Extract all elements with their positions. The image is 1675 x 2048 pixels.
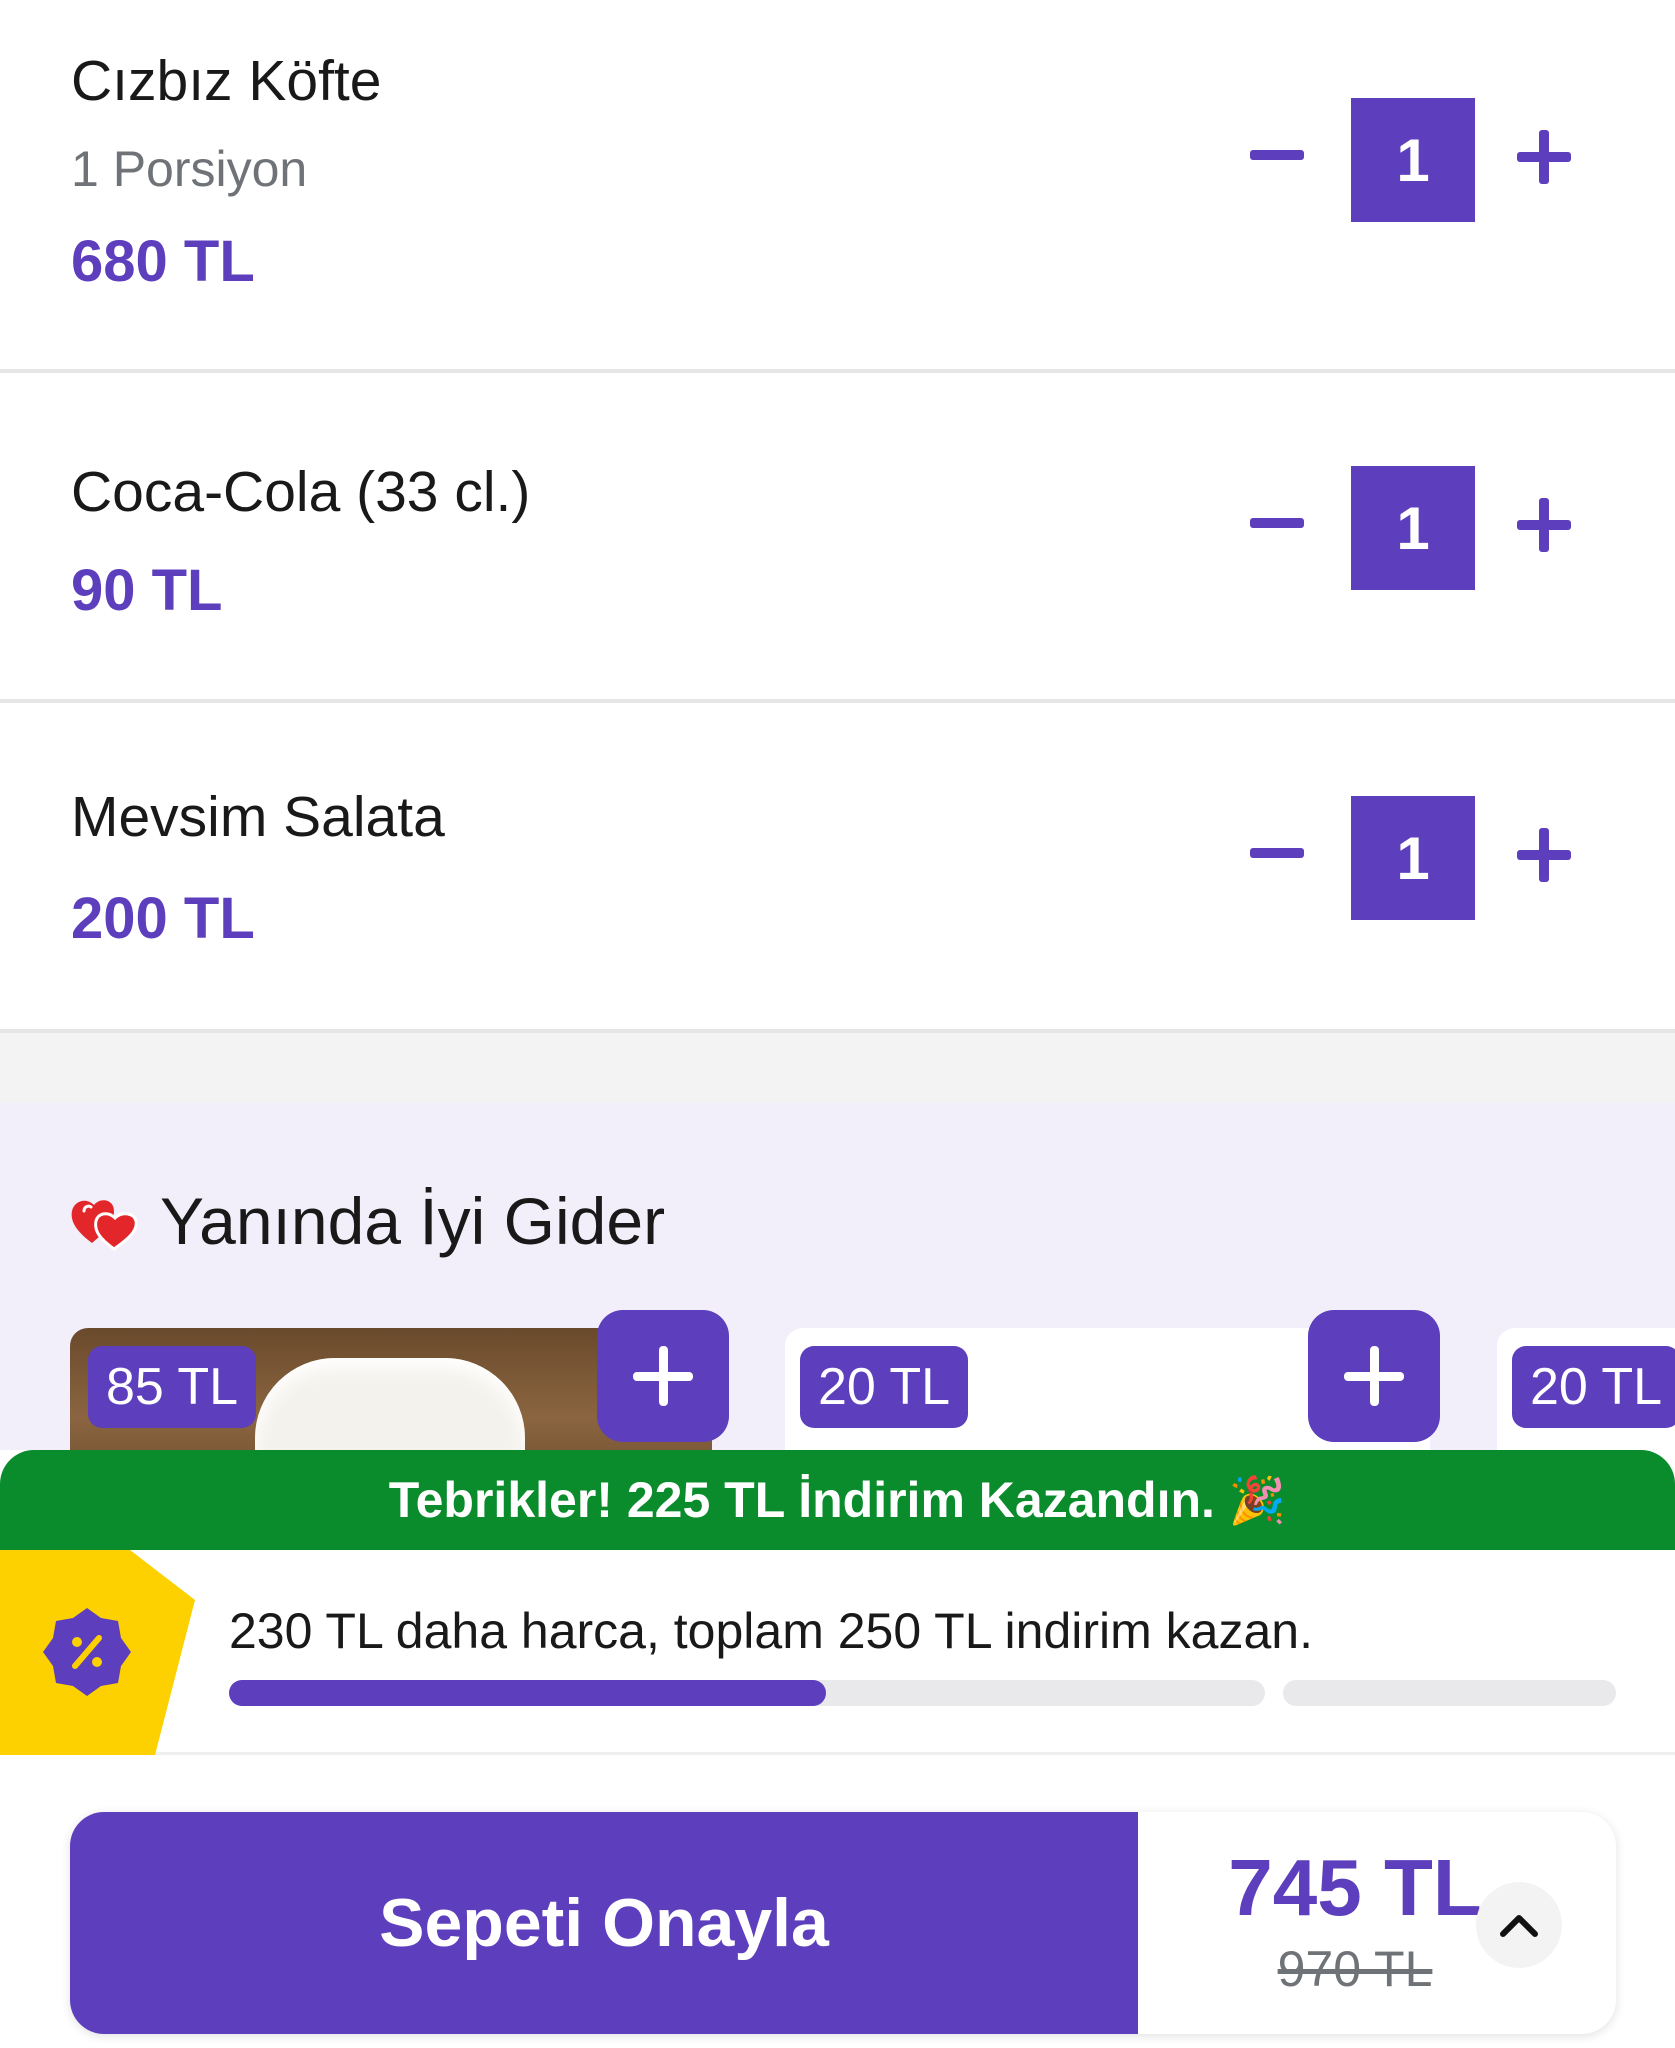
increase-button[interactable] <box>1517 498 1571 552</box>
product-image <box>255 1358 525 1450</box>
confirm-cart-button[interactable]: Sepeti Onayla <box>70 1812 1138 2034</box>
item-name: Mevsim Salata <box>71 785 445 849</box>
quantity-stepper: 1 <box>1250 98 1580 222</box>
suggestion-card[interactable]: 20 TL <box>1497 1328 1675 1450</box>
quantity-value: 1 <box>1351 98 1475 222</box>
progress-fill <box>229 1680 826 1706</box>
suggestions-header: Yanında İyi Gider <box>70 1183 665 1259</box>
discount-banner: Tebrikler! 225 TL İndirim Kazandın. 🎉 <box>0 1450 1675 1550</box>
original-total: 970 TL <box>1277 1941 1433 1997</box>
decrease-button[interactable] <box>1250 518 1304 528</box>
discount-badge-icon <box>0 1550 195 1755</box>
item-price: 200 TL <box>71 886 255 951</box>
cart-item-coca-cola: Coca-Cola (33 cl.) 90 TL 1 <box>0 373 1675 700</box>
progress-bar-next <box>1283 1680 1616 1706</box>
discounted-total: 745 TL <box>1228 1843 1482 1932</box>
increase-button[interactable] <box>1517 828 1571 882</box>
suggestion-price: 85 TL <box>88 1346 257 1428</box>
quantity-value: 1 <box>1351 796 1475 920</box>
party-popper-icon: 🎉 <box>1228 1473 1287 1526</box>
quantity-stepper: 1 <box>1250 466 1580 590</box>
item-price: 90 TL <box>71 558 223 623</box>
item-portion: 1 Porsiyon <box>71 141 308 197</box>
suggestions-title: Yanında İyi Gider <box>160 1184 666 1258</box>
discount-progress: 230 TL daha harca, toplam 250 TL indirim… <box>0 1550 1675 1755</box>
discount-banner-text: Tebrikler! 225 TL İndirim Kazandın. <box>388 1472 1215 1528</box>
suggestions-section: Yanında İyi Gider 85 TL 20 TL 20 TL <box>0 1103 1675 1450</box>
suggestion-price: 20 TL <box>800 1346 969 1428</box>
checkout-bar: Sepeti Onayla 745 TL 970 TL <box>70 1812 1616 2034</box>
hearts-icon <box>71 1200 138 1251</box>
item-name: Cızbız Köfte <box>71 49 382 113</box>
progress-bar-current <box>229 1680 1265 1706</box>
cart-item-mevsim-salata: Mevsim Salata 200 TL 1 <box>0 703 1675 1030</box>
item-name: Coca-Cola (33 cl.) <box>71 460 531 524</box>
section-gap <box>0 1033 1675 1103</box>
cart-total: 745 TL 970 TL <box>1190 1842 1520 1998</box>
suggestion-price: 20 TL <box>1512 1346 1675 1428</box>
add-suggestion-button[interactable] <box>1308 1310 1440 1442</box>
quantity-value: 1 <box>1351 466 1475 590</box>
chevron-up-icon <box>1500 1915 1538 1937</box>
decrease-button[interactable] <box>1250 150 1304 160</box>
quantity-stepper: 1 <box>1250 796 1580 920</box>
cart-item-cizbiz-kofte: Cızbız Köfte 1 Porsiyon 680 TL 1 <box>0 0 1675 370</box>
expand-summary-button[interactable] <box>1476 1882 1562 1968</box>
increase-button[interactable] <box>1517 130 1571 184</box>
add-suggestion-button[interactable] <box>597 1310 729 1442</box>
decrease-button[interactable] <box>1250 848 1304 858</box>
item-price: 680 TL <box>71 229 255 294</box>
progress-message: 230 TL daha harca, toplam 250 TL indirim… <box>229 1603 1313 1659</box>
